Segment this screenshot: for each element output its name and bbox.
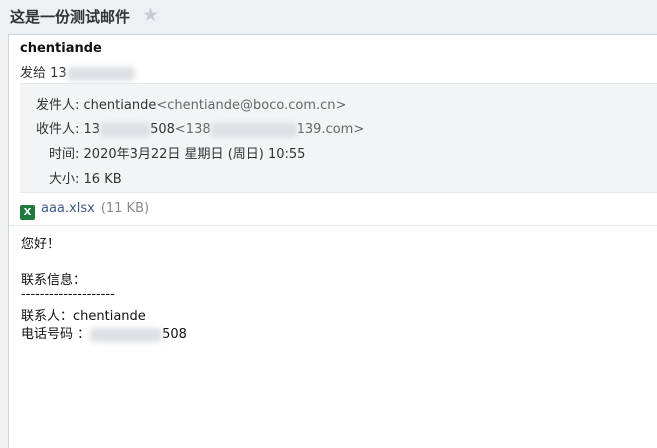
to-label: 收件人: — [36, 122, 80, 137]
to-row: 收件人: 13 508<138 139.com> — [36, 118, 364, 137]
to-name-suffix[interactable]: 508 — [150, 122, 175, 137]
star-icon[interactable]: ★ — [142, 4, 159, 26]
body-phone-suffix: 508 — [162, 327, 187, 342]
redacted-email — [210, 122, 297, 137]
size-row: 大小: 16 KB — [49, 168, 122, 187]
sender-name[interactable]: chentiande — [20, 41, 102, 56]
redacted-phone — [66, 66, 135, 81]
attachment-size: (11 KB) — [100, 201, 150, 216]
attachment-name[interactable]: aaa.xlsx — [41, 201, 95, 216]
to-name-prefix[interactable]: 13 — [84, 122, 101, 137]
email-subject: 这是一份测试邮件 — [10, 8, 131, 26]
recipient-summary-prefix: 发给 13 — [20, 66, 67, 81]
redacted-phone — [90, 327, 163, 342]
body-contact-person: 联系人：chentiande — [21, 309, 146, 324]
to-address-prefix[interactable]: <138 — [175, 122, 211, 137]
from-label: 发件人: — [36, 98, 80, 113]
title-bar: 这是一份测试邮件 ★ — [0, 0, 657, 34]
size-label: 大小: — [49, 172, 80, 187]
from-row: 发件人: chentiande<chentiande@boco.com.cn> — [36, 94, 346, 113]
from-address[interactable]: <chentiande@boco.com.cn> — [156, 98, 346, 113]
email-card: chentiande 发给 13 发件人: chentiande<chentia… — [8, 34, 657, 448]
divider — [9, 225, 657, 226]
time-label: 时间: — [49, 147, 80, 162]
excel-file-icon: X — [20, 205, 38, 220]
email-details-panel: 发件人: chentiande<chentiande@boco.com.cn> … — [20, 83, 657, 193]
recipient-summary: 发给 13 — [20, 62, 135, 81]
body-separator: -------------------- — [21, 287, 115, 302]
time-row: 时间: 2020年3月22日 星期日 (周日) 10:55 — [49, 143, 305, 162]
attachment-item[interactable]: Xaaa.xlsx (11 KB) — [20, 201, 149, 221]
body-greeting: 您好！ — [21, 237, 61, 252]
from-name[interactable]: chentiande — [84, 98, 157, 113]
body-phone-label: 电话号码 ： — [21, 327, 91, 342]
to-address-suffix[interactable]: 139.com> — [297, 122, 365, 137]
size-value: 16 KB — [83, 172, 122, 187]
body-contact-heading: 联系信息： — [21, 273, 87, 288]
time-value: 2020年3月22日 星期日 (周日) 10:55 — [83, 147, 306, 162]
redacted-phone — [100, 122, 151, 137]
body-phone-line: 电话号码 ： 508 — [21, 323, 187, 342]
